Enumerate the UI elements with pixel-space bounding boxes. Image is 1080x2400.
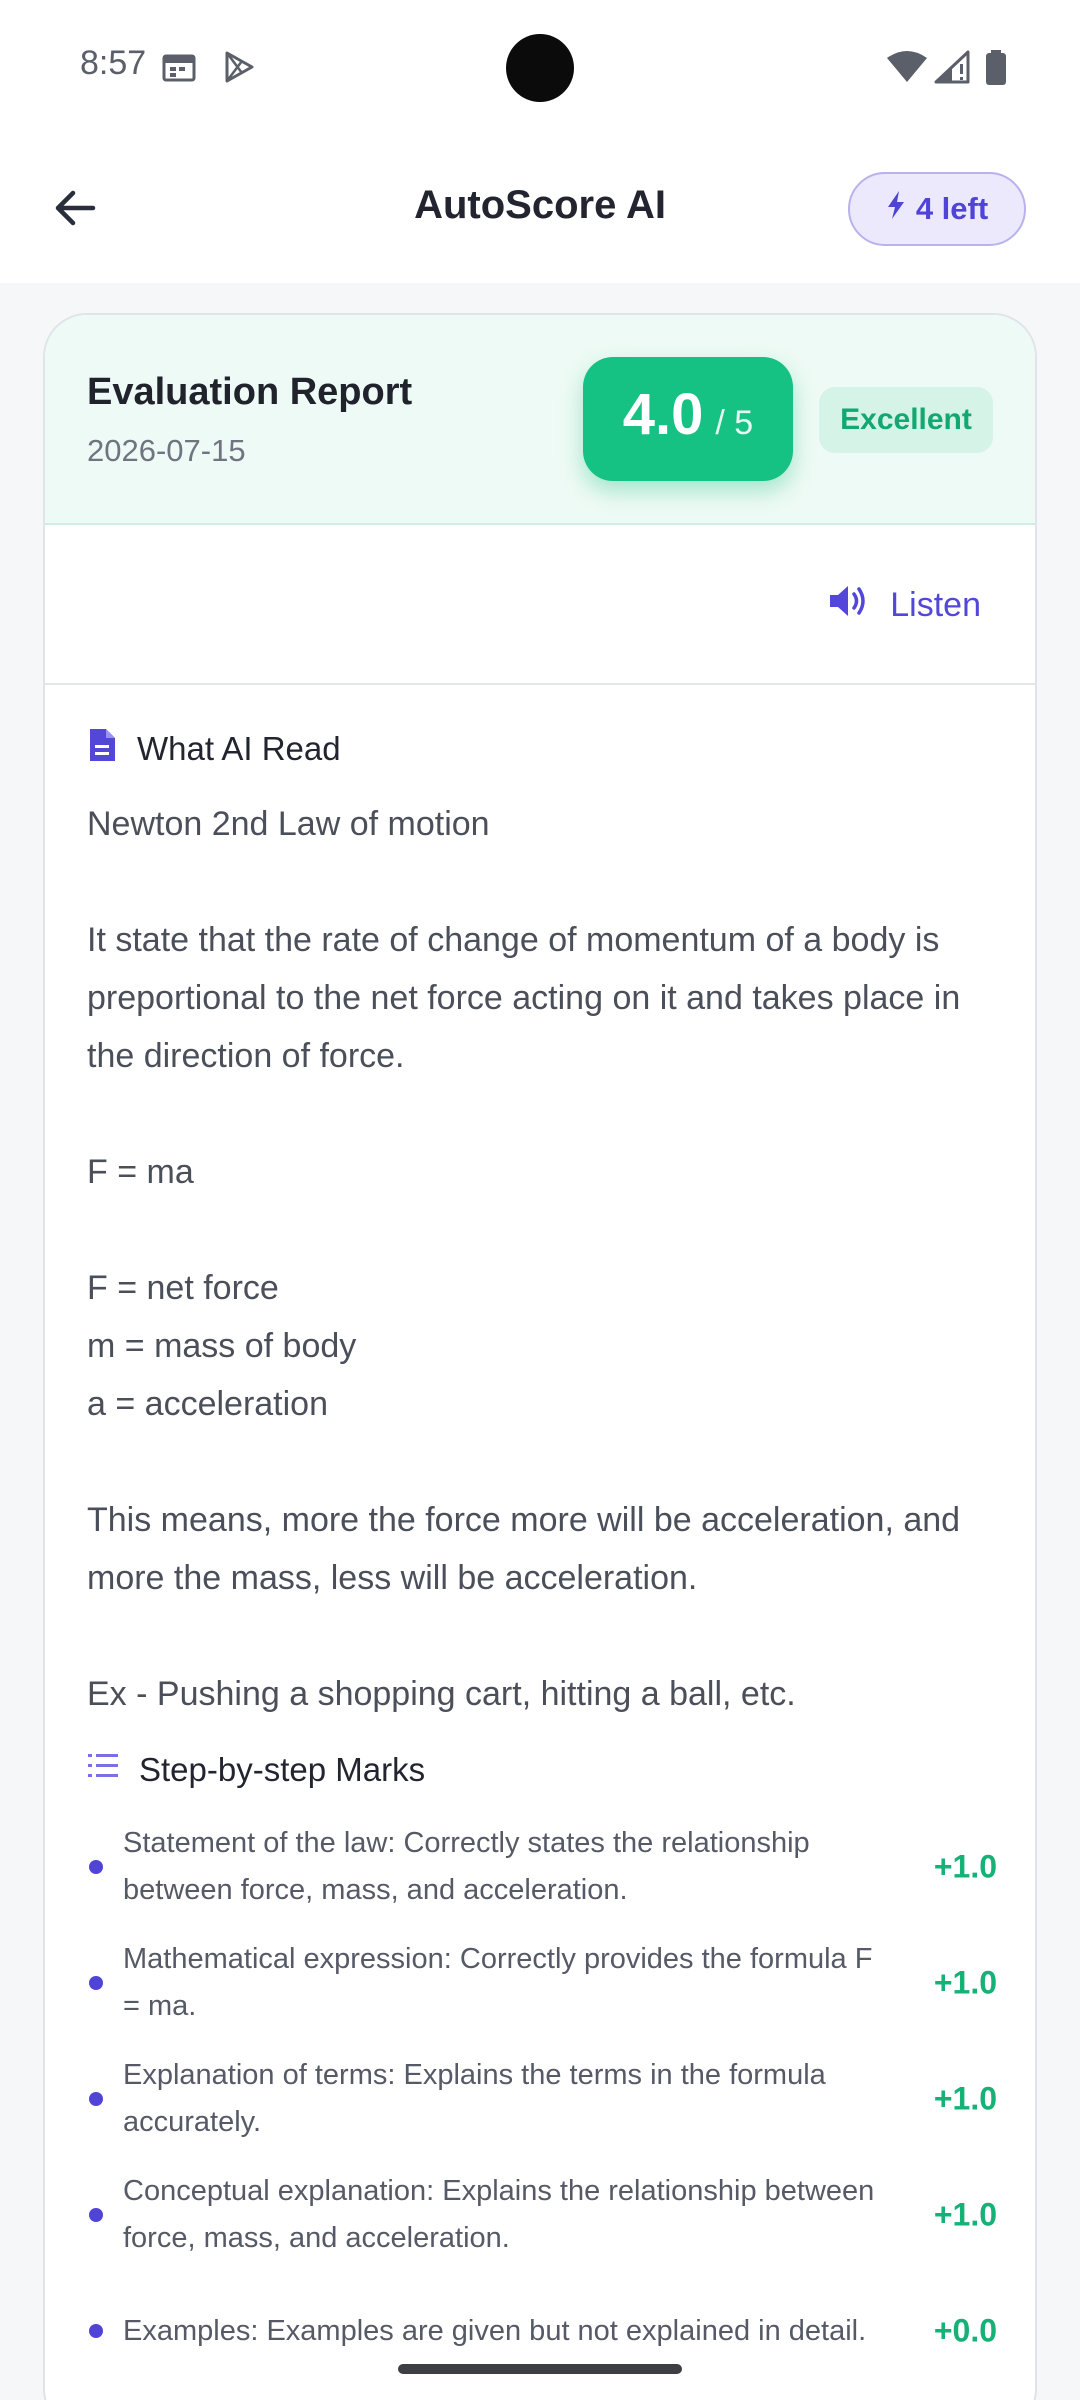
ocr-section-header: What AI Read (87, 728, 341, 770)
listen-row: Listen (45, 525, 1035, 685)
mark-score: +1.0 (933, 1964, 997, 2001)
bullet-dot (89, 2092, 103, 2106)
mark-text: Mathematical expression: Correctly provi… (123, 1943, 873, 2022)
mark-score: +1.0 (933, 1848, 997, 1885)
credits-label: 4 left (915, 191, 989, 226)
marks-list: Statement of the law: Correctly states t… (87, 1809, 997, 2389)
play-store-icon (222, 50, 256, 88)
report-date: 2026-07-15 (87, 433, 246, 468)
score-max: / 5 (715, 404, 754, 442)
listen-label: Listen (890, 585, 981, 624)
mark-item: Conceptual explanation: Explains the rel… (87, 2157, 997, 2273)
wifi-icon (886, 50, 928, 88)
home-indicator[interactable] (398, 2364, 682, 2374)
marks-heading: Step-by-step Marks (139, 1751, 426, 1788)
calendar-icon (162, 52, 196, 86)
bullet-dot (89, 1976, 103, 1990)
bullet-dot (89, 2208, 103, 2222)
front-camera (506, 34, 574, 102)
ocr-heading: What AI Read (137, 730, 341, 767)
score-value: 4.0 (622, 382, 704, 447)
document-icon (87, 728, 117, 770)
status-bar: 8:57 (0, 0, 1080, 135)
mark-item: Mathematical expression: Correctly provi… (87, 1925, 997, 2041)
grade-badge: Excellent (819, 387, 993, 453)
lightning-icon (886, 190, 906, 228)
mark-score: +1.0 (933, 2196, 997, 2233)
listen-button[interactable]: Listen (828, 575, 981, 635)
evaluation-card: Evaluation Report 2026-07-15 4.0 / 5 Exc… (43, 313, 1037, 2400)
mark-item: Explanation of terms: Explains the terms… (87, 2041, 997, 2157)
mark-item: Statement of the law: Correctly states t… (87, 1809, 997, 1925)
battery-icon (984, 50, 1008, 90)
app-bar: AutoScore AI 4 left (0, 135, 1080, 283)
bullet-dot (89, 2324, 103, 2338)
list-icon (87, 1751, 119, 1789)
mark-text: Explanation of terms: Explains the terms… (123, 2059, 826, 2138)
report-title: Evaluation Report (87, 371, 413, 413)
score-box: 4.0 / 5 (583, 357, 793, 481)
credits-badge[interactable]: 4 left (848, 172, 1026, 246)
mark-score: +0.0 (933, 2312, 997, 2349)
speaker-icon (828, 583, 868, 628)
report-header: Evaluation Report 2026-07-15 4.0 / 5 Exc… (45, 315, 1035, 525)
mark-score: +1.0 (933, 2080, 997, 2117)
marks-section-header: Step-by-step Marks (87, 1751, 425, 1789)
mark-text: Statement of the law: Correctly states t… (123, 1827, 810, 1906)
mark-text: Examples: Examples are given but not exp… (123, 2314, 867, 2347)
bullet-dot (89, 1860, 103, 1874)
mark-text: Conceptual explanation: Explains the rel… (123, 2175, 875, 2254)
ocr-text: Newton 2nd Law of motion It state that t… (87, 805, 961, 1713)
status-time: 8:57 (80, 44, 147, 82)
signal-icon (934, 50, 970, 88)
